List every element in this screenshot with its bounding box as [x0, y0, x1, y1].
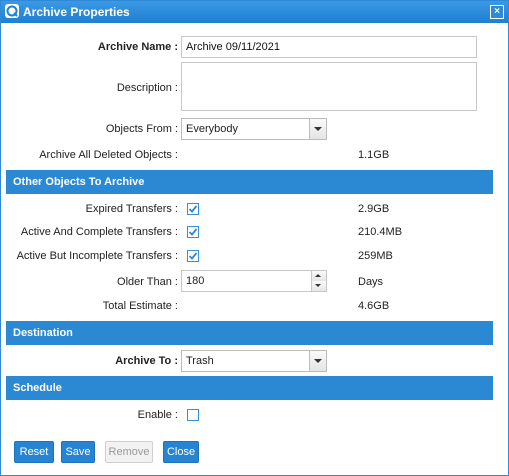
- chevron-down-icon[interactable]: [309, 119, 326, 139]
- active-complete-size: 210.4MB: [358, 226, 403, 238]
- older-than-value: 180: [186, 275, 205, 287]
- archive-name-input[interactable]: [181, 36, 477, 58]
- title-bar: Archive Properties ×: [1, 1, 508, 23]
- section-header-schedule: Schedule: [6, 376, 493, 400]
- section-header-other-objects: Other Objects To Archive: [6, 170, 493, 194]
- total-estimate-size: 4.6GB: [358, 300, 390, 312]
- objects-from-select[interactable]: Everybody: [181, 118, 327, 140]
- description-label: Description :: [116, 82, 178, 94]
- archive-deleted-label: Archive All Deleted Objects :: [39, 149, 178, 161]
- expired-transfers-label: Expired Transfers :: [85, 203, 178, 215]
- section-header-destination: Destination: [6, 321, 493, 345]
- close-button[interactable]: Close: [163, 441, 199, 463]
- older-than-unit: Days: [358, 276, 384, 288]
- expired-transfers-checkbox[interactable]: [187, 203, 199, 215]
- archive-properties-dialog: Archive Properties × Archive Name : Desc…: [0, 0, 509, 476]
- active-incomplete-label: Active But Incomplete Transfers :: [16, 250, 178, 262]
- close-window-icon[interactable]: ×: [490, 5, 504, 19]
- archive-name-label: Archive Name :: [97, 41, 178, 53]
- objects-from-value: Everybody: [186, 123, 238, 135]
- save-button[interactable]: Save: [61, 441, 95, 463]
- reset-button[interactable]: Reset: [14, 441, 54, 463]
- active-complete-checkbox[interactable]: [187, 226, 199, 238]
- enable-checkbox[interactable]: [187, 409, 199, 421]
- archive-deleted-size: 1.1GB: [358, 149, 390, 161]
- description-textarea[interactable]: [181, 62, 477, 111]
- checkmark-icon: [188, 228, 198, 236]
- active-incomplete-checkbox[interactable]: [187, 250, 199, 262]
- active-incomplete-size: 259MB: [358, 250, 393, 262]
- older-than-stepper[interactable]: 180: [181, 270, 327, 292]
- older-than-label: Older Than :: [117, 276, 178, 288]
- archive-to-label: Archive To :: [115, 355, 178, 367]
- decrement-icon[interactable]: [311, 281, 326, 291]
- total-estimate-label: Total Estimate :: [102, 300, 178, 312]
- enable-label: Enable :: [137, 409, 178, 421]
- archive-to-value: Trash: [186, 355, 214, 367]
- checkmark-icon: [188, 252, 198, 260]
- checkmark-icon: [188, 205, 198, 213]
- archive-to-select[interactable]: Trash: [181, 350, 327, 372]
- app-logo-icon: [5, 4, 19, 18]
- chevron-down-icon[interactable]: [309, 351, 326, 371]
- expired-transfers-size: 2.9GB: [358, 203, 390, 215]
- objects-from-label: Objects From :: [105, 123, 178, 135]
- remove-button[interactable]: Remove: [105, 441, 153, 463]
- window-title: Archive Properties: [23, 5, 130, 19]
- active-complete-label: Active And Complete Transfers :: [20, 226, 178, 238]
